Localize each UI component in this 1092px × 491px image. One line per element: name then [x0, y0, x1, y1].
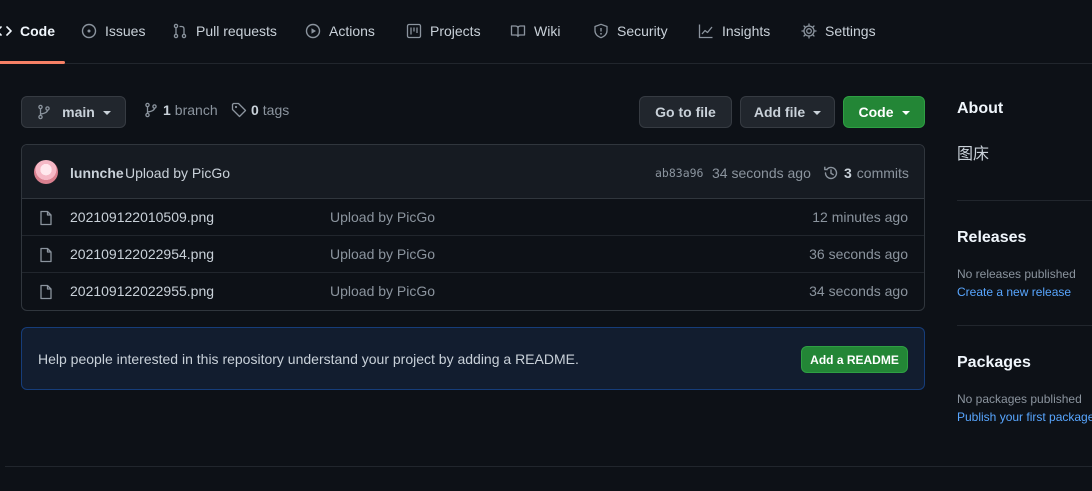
sidebar-divider [957, 325, 1092, 326]
go-to-file-button[interactable]: Go to file [639, 96, 732, 128]
latest-commit-bar: lunnche Upload by PicGo ab83a96 34 secon… [22, 145, 924, 199]
tab-label: Wiki [534, 23, 561, 39]
gear-icon [801, 23, 817, 39]
book-icon [510, 25, 526, 38]
tab-wiki[interactable]: Wiki [510, 22, 560, 64]
file-name[interactable]: 202109122022954.png [70, 246, 214, 262]
branch-count: 1 [163, 102, 171, 118]
tab-insights[interactable]: Insights [698, 22, 770, 64]
code-dropdown-button[interactable]: Code [843, 96, 925, 128]
tab-label: Code [20, 23, 55, 39]
tab-issues[interactable]: Issues [81, 22, 145, 64]
publish-package-link[interactable]: Publish your first package [957, 410, 1092, 424]
play-icon [305, 23, 321, 39]
repo-nav: Code Issues Pull requests Actions Projec… [0, 0, 1092, 64]
file-row: 202109122022955.png Upload by PicGo 34 s… [22, 273, 924, 310]
issue-icon [81, 23, 97, 39]
file-list: lunnche Upload by PicGo ab83a96 34 secon… [21, 144, 925, 311]
graph-icon [698, 24, 713, 39]
commit-count: 3 [844, 165, 852, 181]
tag-label: tags [262, 102, 290, 118]
add-file-button[interactable]: Add file [740, 96, 835, 128]
tab-settings[interactable]: Settings [801, 22, 876, 64]
branches-link[interactable]: 1 branch [143, 102, 218, 118]
tab-label: Pull requests [196, 23, 277, 39]
chevron-down-icon [813, 110, 822, 115]
branch-label: branch [174, 102, 218, 118]
tag-count: 0 [251, 102, 259, 118]
about-heading: About [957, 100, 1004, 117]
packages-heading[interactable]: Packages [957, 354, 1031, 372]
releases-empty-text: No releases published [957, 267, 1076, 281]
sidebar-divider [957, 200, 1092, 201]
tag-icon [231, 102, 247, 118]
file-row: 202109122022954.png Upload by PicGo 36 s… [22, 236, 924, 273]
commits-link[interactable]: 3 commits [823, 165, 909, 181]
releases-heading[interactable]: Releases [957, 229, 1026, 247]
shield-icon [594, 23, 608, 39]
file-commit-message[interactable]: Upload by PicGo [330, 246, 435, 262]
file-icon [40, 284, 52, 300]
add-readme-button[interactable]: Add a README [801, 346, 908, 373]
create-release-link[interactable]: Create a new release [957, 285, 1071, 299]
add-file-label: Add file [753, 104, 806, 120]
tab-actions[interactable]: Actions [305, 22, 375, 64]
code-button-label: Code [858, 104, 894, 120]
tab-code[interactable]: Code [0, 22, 55, 64]
tab-label: Projects [430, 23, 481, 39]
file-commit-message[interactable]: Upload by PicGo [330, 209, 435, 225]
branch-icon [145, 102, 157, 118]
tab-label: Insights [722, 23, 771, 39]
file-commit-time: 34 seconds ago [809, 283, 908, 299]
commit-author[interactable]: lunnche [70, 165, 124, 181]
branch-select-button[interactable]: main [21, 96, 126, 128]
branch-name: main [62, 104, 95, 120]
commit-message[interactable]: Upload by PicGo [125, 165, 230, 181]
tab-security[interactable]: Security [593, 22, 668, 64]
commit-time: 34 seconds ago [712, 165, 811, 181]
file-commit-message[interactable]: Upload by PicGo [330, 283, 435, 299]
repo-description: 图床 [957, 146, 990, 163]
page-divider [5, 466, 1092, 467]
file-name[interactable]: 202109122010509.png [70, 209, 214, 225]
history-icon [824, 166, 838, 180]
tab-label: Settings [825, 23, 876, 39]
commit-label: commits [856, 165, 909, 181]
file-row: 202109122010509.png Upload by PicGo 12 m… [22, 199, 924, 236]
file-name[interactable]: 202109122022955.png [70, 283, 214, 299]
tab-pull-requests[interactable]: Pull requests [172, 22, 277, 64]
file-commit-time: 36 seconds ago [809, 246, 908, 262]
file-icon [40, 247, 52, 263]
code-icon [0, 26, 12, 36]
readme-prompt: Help people interested in this repositor… [21, 327, 925, 390]
go-to-file-label: Go to file [655, 104, 716, 120]
readme-prompt-text: Help people interested in this repositor… [38, 351, 579, 367]
packages-empty-text: No packages published [957, 392, 1082, 406]
commit-sha[interactable]: ab83a96 [655, 166, 703, 180]
file-icon [40, 210, 52, 226]
avatar[interactable] [34, 160, 58, 184]
tab-label: Security [617, 23, 668, 39]
chevron-down-icon [102, 110, 111, 115]
branch-icon [38, 104, 50, 120]
pull-request-icon [173, 23, 187, 39]
file-commit-time: 12 minutes ago [812, 209, 908, 225]
project-icon [406, 23, 422, 39]
active-tab-indicator [0, 61, 65, 64]
tab-label: Actions [329, 23, 375, 39]
tab-projects[interactable]: Projects [406, 22, 481, 64]
chevron-down-icon [901, 110, 910, 115]
tags-link[interactable]: 0 tags [231, 102, 289, 118]
tab-label: Issues [105, 23, 146, 39]
